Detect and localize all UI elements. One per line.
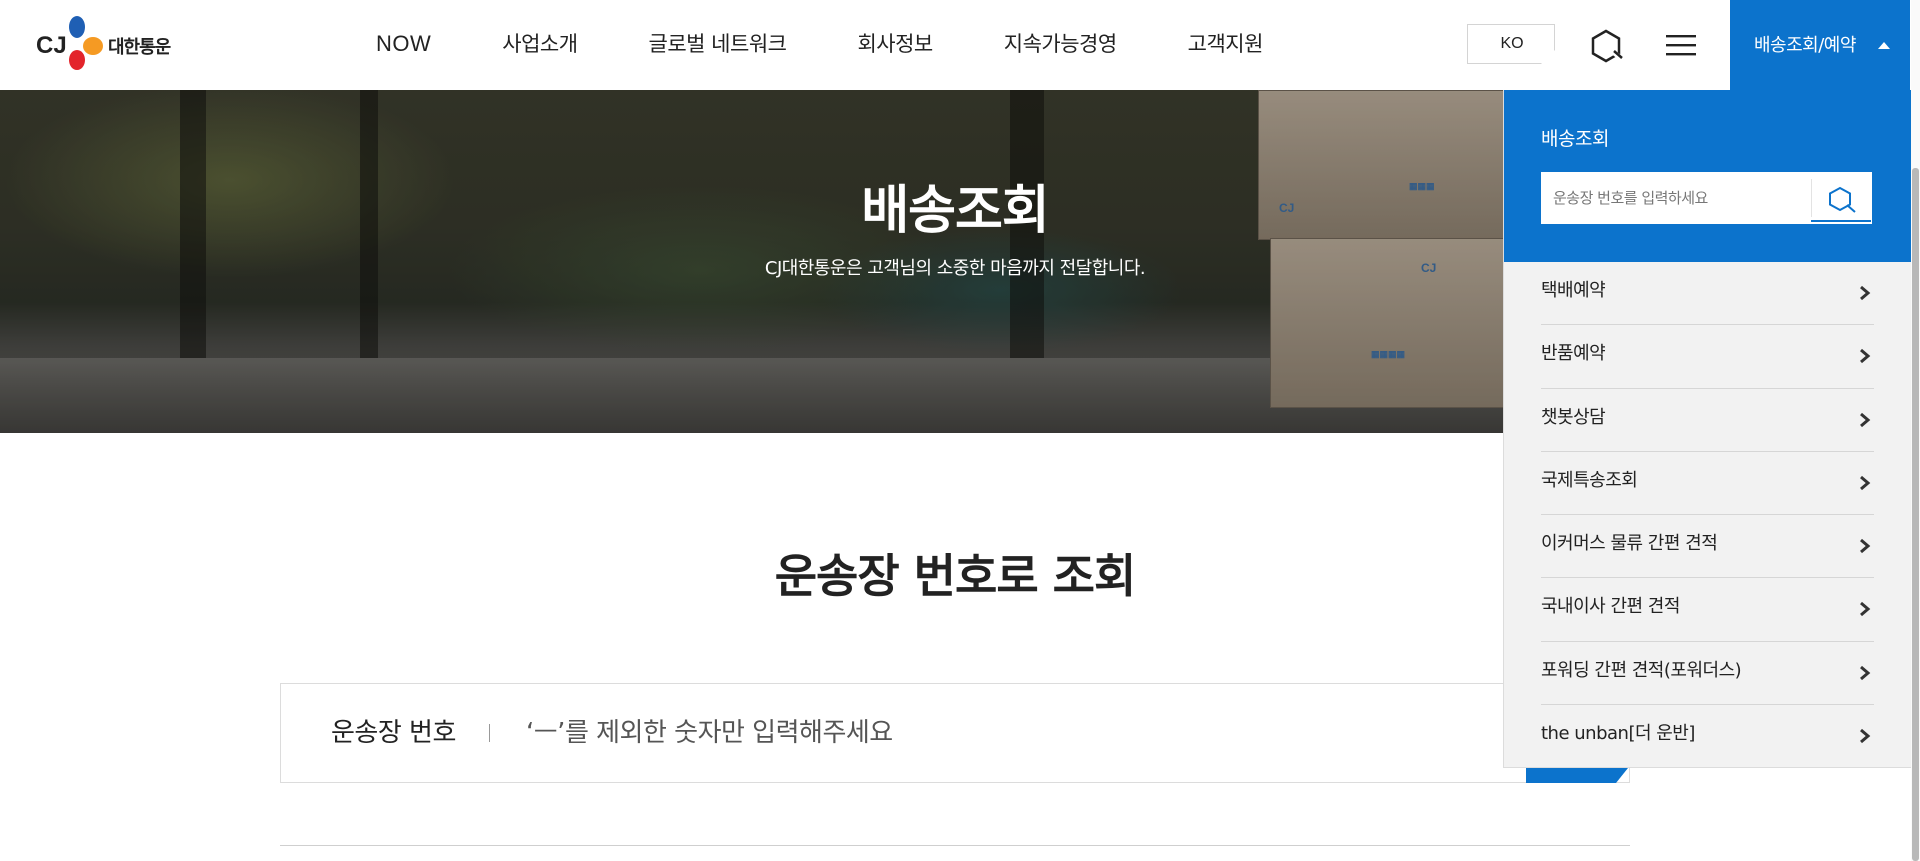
panel-item-parcel-booking[interactable]: 택배예약 [1541, 262, 1874, 326]
search-icon [1591, 29, 1624, 63]
language-label: KO [1500, 35, 1524, 52]
tracking-booking-label: 배송조회/예약 [1754, 35, 1856, 56]
logo-wordmark: 대한통운 [108, 37, 171, 58]
scrollbar-thumb[interactable] [1912, 168, 1919, 861]
chevron-right-icon [1860, 475, 1871, 491]
cj-logo-mark: CJ [36, 16, 103, 70]
nav-item-support[interactable]: 고객지원 [1188, 0, 1264, 90]
chevron-right-icon [1860, 602, 1871, 617]
tracking-submit-button[interactable] [1526, 768, 1628, 783]
panel-search-area: 배송조회 [1504, 90, 1911, 262]
panel-search-divider [1811, 179, 1812, 217]
page-scrollbar[interactable] [1911, 0, 1920, 861]
header-search-button[interactable] [1586, 28, 1626, 64]
chevron-right-icon [1860, 539, 1871, 554]
tracking-dropdown-panel: 배송조회 택배예약 반품예약 챗봇상담 국제특송조회 [1503, 90, 1911, 768]
nav-item-global-network[interactable]: 글로벌 네트워크 [649, 0, 787, 90]
panel-item-the-unban[interactable]: the unban[더 운반] [1541, 705, 1874, 768]
panel-item-label: 포워딩 간편 견적(포워더스) [1541, 659, 1742, 681]
menu-icon [1666, 35, 1696, 56]
panel-item-forwarding-quote[interactable]: 포워딩 간편 견적(포워더스) [1541, 642, 1874, 706]
panel-item-label: 반품예약 [1541, 343, 1606, 365]
panel-menu-list: 택배예약 반품예약 챗봇상담 국제특송조회 이커머스 물류 간편 견적 국내이사… [1541, 262, 1874, 768]
field-divider [489, 724, 490, 742]
nav-item-sustainability[interactable]: 지속가능경영 [1004, 0, 1117, 90]
panel-item-label: the unban[더 운반] [1541, 723, 1695, 745]
tracking-booking-button[interactable]: 배송조회/예약 [1730, 0, 1910, 90]
tracking-form: 운송장 번호 [280, 683, 1630, 783]
panel-item-chatbot[interactable]: 챗봇상담 [1541, 389, 1874, 452]
caret-up-icon [1878, 42, 1890, 49]
panel-item-ecommerce-quote[interactable]: 이커머스 물류 간편 견적 [1541, 515, 1874, 579]
cj-logo[interactable]: CJ 대한통운 [36, 13, 186, 75]
panel-item-label: 국제특송조회 [1541, 469, 1638, 491]
nav-item-company[interactable]: 회사정보 [857, 0, 933, 90]
nav-item-now[interactable]: NOW [376, 0, 431, 90]
panel-tracking-input[interactable] [1553, 182, 1803, 214]
panel-item-moving-quote[interactable]: 국내이사 간편 견적 [1541, 578, 1874, 642]
content-divider [280, 845, 1630, 846]
chevron-right-icon [1860, 728, 1871, 744]
panel-search-box [1541, 172, 1872, 224]
chevron-right-icon [1860, 349, 1871, 364]
panel-item-label: 국내이사 간편 견적 [1541, 596, 1680, 618]
main-navigation: NOW 사업소개 글로벌 네트워크 회사정보 지속가능경영 고객지원 [376, 0, 1334, 90]
panel-item-label: 택배예약 [1541, 280, 1606, 301]
tracking-number-label: 운송장 번호 [331, 718, 456, 748]
chevron-right-icon [1860, 285, 1871, 301]
panel-item-return-booking[interactable]: 반품예약 [1541, 325, 1874, 389]
language-selector[interactable]: KO [1467, 24, 1555, 64]
header-menu-button[interactable] [1663, 30, 1699, 60]
site-header: CJ 대한통운 NOW 사업소개 글로벌 네트워크 회사정보 지속가능경영 고객… [0, 0, 1920, 90]
panel-item-label: 챗봇상담 [1541, 406, 1606, 428]
panel-search-button[interactable] [1818, 180, 1868, 218]
tracking-number-input[interactable] [526, 706, 1426, 760]
panel-search-underline [1811, 220, 1871, 222]
chevron-right-icon [1860, 412, 1871, 427]
chevron-right-icon [1860, 665, 1871, 680]
panel-title: 배송조회 [1541, 128, 1609, 150]
panel-item-label: 이커머스 물류 간편 견적 [1541, 533, 1718, 555]
panel-item-international-tracking[interactable]: 국제특송조회 [1541, 452, 1874, 516]
search-icon [1829, 186, 1856, 213]
svg-text:CJ: CJ [36, 32, 67, 59]
nav-item-business[interactable]: 사업소개 [502, 0, 578, 90]
